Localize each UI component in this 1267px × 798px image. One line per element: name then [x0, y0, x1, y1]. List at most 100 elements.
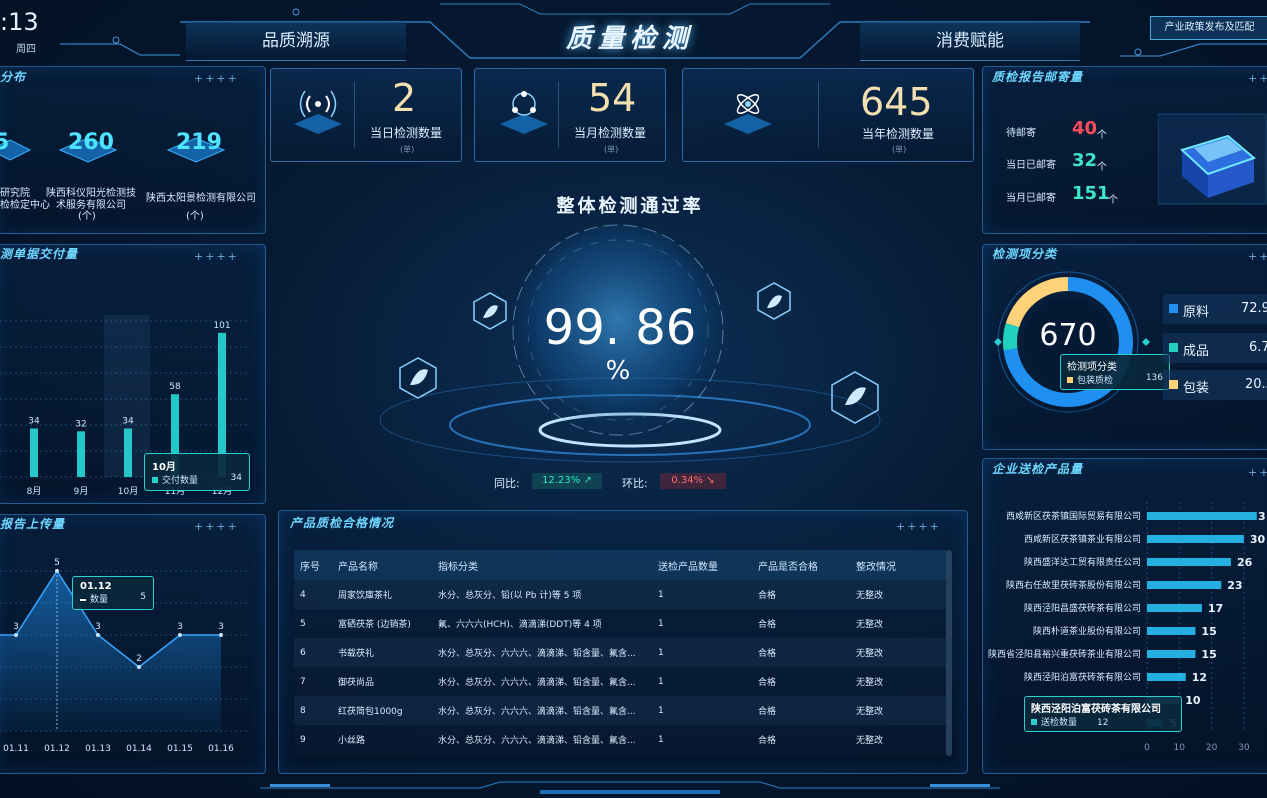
- pass-rate-value: 99. 86: [543, 300, 697, 356]
- cell-product: 富硒茯茶 (边销茶): [332, 609, 432, 638]
- bar-value-label: 23: [1227, 579, 1242, 592]
- cell-rectify: 无整改: [850, 638, 946, 667]
- cell-pass: 合格: [752, 580, 850, 609]
- donut-slice: [1003, 323, 1020, 351]
- quality-table-wrap: 序号 产品名称 指标分类 送检产品数量 产品是否合格 整改情况 4 周家饮庫茶礼水…: [294, 550, 946, 756]
- y-tick-label: 西咸新区茯茶镇茶业有限公司: [1024, 533, 1141, 545]
- enterprise-title: 企业送检产品量: [992, 462, 1084, 476]
- signal-icon: [294, 90, 342, 134]
- cell-indicator: 水分、总灰分、六六六、滴滴涕、铅含量、氟含...: [432, 696, 652, 725]
- legend-value: 20.3: [1245, 377, 1267, 392]
- x-tick-label: 0: [1144, 743, 1150, 753]
- table-row[interactable]: 9 小丝路 水分、总灰分、六六六、滴滴涕、铅含量、氟含... 1 合格 无整改: [294, 725, 946, 754]
- cell-rectify: 无整改: [850, 696, 946, 725]
- page-title: 质量检测: [565, 24, 694, 54]
- stat-month-label: 当月检测数量: [574, 126, 647, 140]
- legend-package: 包装 20.3: [1163, 370, 1267, 400]
- left-mid-title: 测单据交付量: [0, 247, 79, 261]
- col-header: 产品是否合格: [752, 550, 850, 580]
- point-value-label: 3: [177, 622, 183, 632]
- bar-value-label: 17: [1208, 602, 1223, 615]
- tooltip-title: 陕西泾阳泊富茯砖茶有限公司: [1031, 704, 1161, 715]
- donut-marker: [994, 338, 1002, 346]
- data-point: [55, 569, 59, 573]
- left-top-title: 分布: [0, 70, 27, 84]
- cell-index: 7: [294, 667, 332, 696]
- cell-index: 9: [294, 725, 332, 754]
- bar: [124, 428, 132, 477]
- tooltip-row: 包装质检 136: [1067, 373, 1163, 386]
- tooltip-row: 数量 5: [80, 592, 146, 605]
- stat-month-value: 54: [588, 76, 637, 120]
- bar: [1147, 627, 1196, 635]
- yoy-badge: 12.23% ↗: [532, 473, 602, 489]
- bar-value-label: 58: [169, 382, 181, 392]
- cell-rectify: 无整改: [850, 667, 946, 696]
- legend-value: 6.7: [1249, 340, 1267, 355]
- data-point: [96, 633, 100, 637]
- policy-button[interactable]: 产业政策发布及匹配: [1150, 16, 1267, 40]
- table-row[interactable]: 5 富硒茯茶 (边销茶) 氟、六六六(HCH)、滴滴涕(DDT)等 4 项 1 合格 无整…: [294, 609, 946, 638]
- bottom-frame: [260, 781, 1000, 794]
- legend-swatch: [1169, 304, 1178, 313]
- tooltip-row: 送检数量 12: [1031, 715, 1175, 728]
- cell-indicator: 水分、总灰分、六六六、滴滴涕、铅含量、氟含...: [432, 667, 652, 696]
- tooltip-label: 数量: [90, 595, 109, 605]
- molecule-icon: [500, 91, 548, 134]
- mail-title: 质检报告邮寄量: [992, 70, 1084, 84]
- lab-name: 陕西太阳景检测有限公司: [146, 193, 256, 204]
- x-tick-label: 9月: [74, 486, 89, 497]
- x-tick-label: 01.13: [85, 744, 111, 754]
- lab-value: 219: [176, 130, 222, 155]
- donut-marker: [1142, 338, 1150, 346]
- point-value-label: 3: [218, 622, 224, 632]
- mom-label: 环比:: [622, 477, 648, 490]
- bar: [1147, 650, 1196, 658]
- stat-divider: [354, 82, 355, 148]
- x-tick-label: 30: [1238, 743, 1250, 753]
- tooltip-title: 10月: [152, 462, 176, 473]
- mail-day-unit: 个: [1097, 162, 1107, 173]
- tooltip-marker: [152, 477, 158, 483]
- bar-value-label: 32: [75, 419, 86, 429]
- table-scrollbar[interactable]: [946, 550, 952, 756]
- atom-icon: [724, 94, 772, 134]
- mail-plus: ++: [1248, 72, 1267, 85]
- cell-rectify: 无整改: [850, 725, 946, 754]
- pass-rate-title: 整体检测通过率: [556, 196, 704, 217]
- tooltip-row: 交付数量 34: [152, 473, 242, 486]
- quality-table-plus: ++++: [896, 520, 941, 533]
- table-row[interactable]: 8 红茯简包1000g 水分、总灰分、六六六、滴滴涕、铅含量、氟含... 1 合格 无整改: [294, 696, 946, 725]
- table-row[interactable]: 4 周家饮庫茶礼 水分、总灰分、铅(以 Pb 计)等 5 项 1 合格 无整改: [294, 580, 946, 609]
- table-row[interactable]: 7 御茯尚品 水分、总灰分、六六六、滴滴涕、铅含量、氟含... 1 合格 无整改: [294, 667, 946, 696]
- stat-year-unit: (单): [892, 145, 907, 154]
- mom-badge: 0.34% ↘: [660, 473, 726, 489]
- enterprise-tooltip: 陕西泾阳泊富茯砖茶有限公司 送检数量 12: [1024, 696, 1182, 732]
- legend-finished: 成品 6.7: [1163, 333, 1267, 363]
- left-bottom-plus: ++++: [194, 520, 239, 533]
- bar-value-label: 15: [1201, 625, 1216, 638]
- cell-pass: 合格: [752, 609, 850, 638]
- lab-name-2: 检检定中心: [0, 200, 50, 211]
- cell-count: 1: [652, 638, 752, 667]
- category-tooltip: 检测项分类 包装质检 136: [1060, 354, 1170, 390]
- cell-count: 1: [652, 696, 752, 725]
- bar: [1147, 535, 1244, 543]
- delivery-tooltip: 10月 交付数量 34: [144, 453, 250, 491]
- legend-name: 成品: [1183, 344, 1210, 359]
- mail-month-value: 151: [1072, 183, 1110, 204]
- tab-quality-trace[interactable]: 品质溯源: [186, 22, 406, 61]
- tab-consumer-empower[interactable]: 消费赋能: [860, 22, 1080, 61]
- x-tick-label: 01.12: [44, 744, 70, 754]
- col-header: 整改情况: [850, 550, 946, 580]
- data-point: [178, 633, 182, 637]
- cell-indicator: 水分、总灰分、六六六、滴滴涕、铅含量、氟含...: [432, 638, 652, 667]
- cell-rectify: 无整改: [850, 609, 946, 638]
- table-row[interactable]: 6 书载茯礼 水分、总灰分、六六六、滴滴涕、铅含量、氟含... 1 合格 无整改: [294, 638, 946, 667]
- y-tick-label: 陕西泾阳昌盛茯砖茶有限公司: [1024, 602, 1141, 614]
- mail-month-unit: 个: [1108, 195, 1118, 206]
- tooltip-value: 136: [1145, 373, 1163, 383]
- upload-area-chart: 3 3 01.11 5 01.12 3 01.13 2 01.14 3 01.15 3 01.16: [0, 558, 250, 754]
- lab-value: 5: [0, 130, 10, 155]
- x-tick-label: 01.14: [126, 744, 152, 754]
